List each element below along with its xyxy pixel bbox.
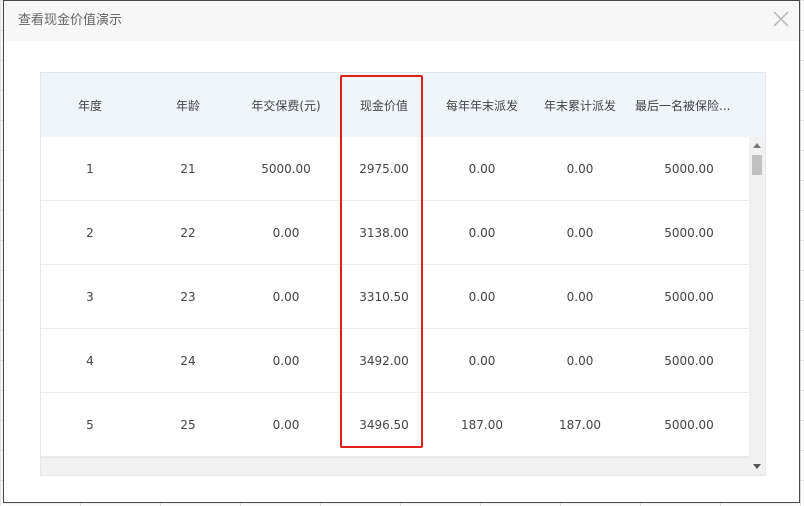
cell-premium: 0.00 xyxy=(272,417,300,432)
cell-last-insured: 5000.00 xyxy=(664,225,714,240)
cell-age: 23 xyxy=(180,289,196,304)
cell-year: 4 xyxy=(86,353,94,368)
header-annual-payout: 每年年末派发 xyxy=(445,98,518,113)
cell-age: 25 xyxy=(180,417,196,432)
dialog-title: 查看现金价值演示 xyxy=(18,13,123,28)
table-row: 5 25 0.00 3496.50 187.00 187.00 5000.00 xyxy=(41,393,749,457)
cell-cash-value: 3310.50 xyxy=(359,289,409,304)
table-row: 1 21 5000.00 2975.00 0.00 0.00 5000.00 xyxy=(41,137,749,201)
cell-age: 24 xyxy=(180,353,196,368)
cell-annual-payout: 187.00 xyxy=(461,417,503,432)
cell-year: 5 xyxy=(86,417,94,432)
scrollbar-thumb[interactable] xyxy=(752,155,762,175)
cell-year: 3 xyxy=(86,289,94,304)
header-annual-premium: 年交保费(元) xyxy=(251,98,321,113)
vertical-scrollbar[interactable] xyxy=(749,137,765,475)
dialog-header: 查看现金价值演示 xyxy=(4,1,799,41)
close-icon[interactable] xyxy=(771,9,791,29)
table-row: 3 23 0.00 3310.50 0.00 0.00 5000.00 xyxy=(41,265,749,329)
cell-premium: 0.00 xyxy=(272,289,300,304)
table-header: 年度 年龄 年交保费(元) 现金价值 每年年末派发 年末累计派发 最后一名被保险… xyxy=(41,73,765,137)
cell-year: 2 xyxy=(86,225,94,240)
cell-year: 1 xyxy=(86,161,94,176)
cell-cash-value: 2975.00 xyxy=(359,161,409,176)
table-row: 4 24 0.00 3492.00 0.00 0.00 5000.00 xyxy=(41,329,749,393)
cash-value-table: 年度 年龄 年交保费(元) 现金价值 每年年末派发 年末累计派发 最后一名被保险… xyxy=(40,72,766,476)
header-age: 年龄 xyxy=(175,98,200,113)
scroll-up-icon[interactable] xyxy=(753,143,761,148)
cell-last-insured: 5000.00 xyxy=(664,161,714,176)
scroll-down-icon[interactable] xyxy=(753,464,761,469)
cell-premium: 0.00 xyxy=(272,225,300,240)
horizontal-scrollbar[interactable] xyxy=(41,457,749,475)
header-cash-value: 现金价值 xyxy=(359,98,408,113)
header-year: 年度 xyxy=(77,98,102,113)
cell-cumulative-payout: 0.00 xyxy=(566,161,594,176)
cell-cumulative-payout: 0.00 xyxy=(566,353,594,368)
cell-cumulative-payout: 187.00 xyxy=(559,417,601,432)
cell-age: 21 xyxy=(180,161,196,176)
header-cumulative-payout: 年末累计派发 xyxy=(543,98,616,113)
cell-cash-value: 3492.00 xyxy=(359,353,409,368)
cell-age: 22 xyxy=(180,225,196,240)
cell-annual-payout: 0.00 xyxy=(468,289,496,304)
cell-last-insured: 5000.00 xyxy=(664,353,714,368)
cell-cash-value: 3496.50 xyxy=(359,417,409,432)
cell-last-insured: 5000.00 xyxy=(664,289,714,304)
cell-cumulative-payout: 0.00 xyxy=(566,289,594,304)
table-body: 1 21 5000.00 2975.00 0.00 0.00 5000.00 2… xyxy=(41,137,749,457)
header-last-insured: 最后一名被保险... xyxy=(635,98,731,113)
cell-annual-payout: 0.00 xyxy=(468,161,496,176)
cell-cash-value: 3138.00 xyxy=(359,225,409,240)
cell-cumulative-payout: 0.00 xyxy=(566,225,594,240)
cell-annual-payout: 0.00 xyxy=(468,225,496,240)
cell-annual-payout: 0.00 xyxy=(468,353,496,368)
table-row: 2 22 0.00 3138.00 0.00 0.00 5000.00 xyxy=(41,201,749,265)
cell-last-insured: 5000.00 xyxy=(664,417,714,432)
cell-premium: 0.00 xyxy=(272,353,300,368)
cell-premium: 5000.00 xyxy=(261,161,311,176)
cash-value-dialog: 查看现金价值演示 年度 年龄 年交保费(元) 现金价值 每年年末派发 年末累计派… xyxy=(3,0,800,503)
